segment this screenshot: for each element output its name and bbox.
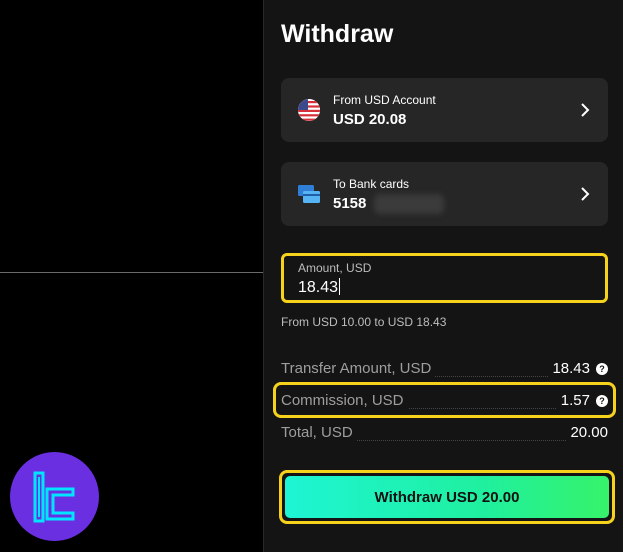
transfer-amount-row: Transfer Amount, USD 18.43 ? [281,358,608,380]
from-account-card[interactable]: From USD Account USD 20.08 [281,78,608,142]
total-row: Total, USD 20.00 [281,422,608,444]
question-icon[interactable]: ? [596,362,608,375]
page-title: Withdraw [281,20,394,48]
to-bank-label: To Bank cards [333,177,410,191]
withdraw-button[interactable]: Withdraw USD 20.00 [285,476,609,518]
commission-row: Commission, USD 1.57 ? [281,390,608,412]
amount-range-hint: From USD 10.00 to USD 18.43 [281,315,447,329]
total-label: Total, USD [281,424,357,441]
transfer-amount-value: 18.43 [552,360,590,377]
left-chart-area [0,0,263,552]
amount-value-field[interactable]: 18.43 [298,278,341,297]
chevron-right-icon [581,103,590,117]
from-account-balance: USD 20.08 [333,111,407,128]
amount-input[interactable]: Amount, USD 18.43 [281,253,608,303]
commission-value: 1.57 [560,392,590,409]
brand-logo [10,452,99,541]
to-bank-card[interactable]: To Bank cards 5158 [281,162,608,226]
total-value-group: 20.00 [566,424,608,441]
brand-logo-icon [33,471,74,522]
commission-label: Commission, USD [281,392,408,409]
bank-cards-icon [298,185,320,203]
us-flag-icon [298,99,320,121]
masked-card-digits [374,194,444,214]
transfer-amount-label: Transfer Amount, USD [281,360,436,377]
horizontal-divider-line [0,272,263,273]
card-number: 5158 [333,195,367,212]
amount-label: Amount, USD [298,261,372,275]
withdraw-button-highlight: Withdraw USD 20.00 [279,470,615,524]
commission-value-group: 1.57 ? [556,392,608,409]
chevron-right-icon [581,187,590,201]
text-caret [339,278,341,295]
amount-value[interactable]: 18.43 [298,279,338,296]
transfer-amount-value-group: 18.43 ? [548,360,608,377]
total-value: 20.00 [570,424,608,441]
withdraw-panel: Withdraw From USD Account USD 20.08 To B… [263,0,623,552]
from-account-label: From USD Account [333,93,436,107]
question-icon[interactable]: ? [596,394,608,407]
